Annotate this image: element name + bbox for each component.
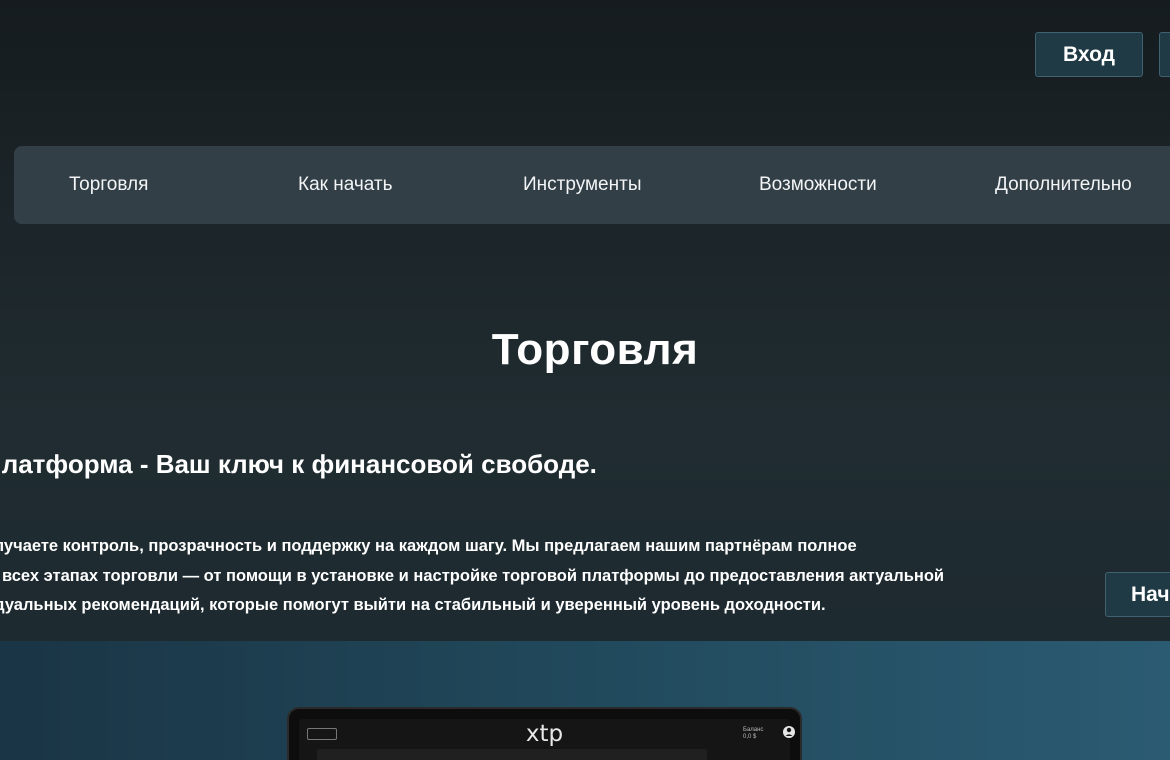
page-title: Торговля (491, 325, 699, 374)
platform-preview-section: xtp Баланс 0,0 $ (0, 641, 1170, 760)
nav-item-trading[interactable]: Торговля (69, 146, 148, 224)
balance-value: 0,0 $ (743, 734, 757, 740)
laptop-mockup: xtp Баланс 0,0 $ (287, 707, 802, 760)
description-line: идуальных рекомендаций, которые помогут … (0, 596, 826, 614)
platform-toolbar (317, 749, 707, 760)
hero-description: олучаете контроль, прозрачность и поддер… (0, 532, 984, 621)
nav-item-more[interactable]: Дополнительно (995, 146, 1132, 224)
description-line: всех этапах торговли — от помощи в устан… (2, 566, 945, 585)
balance-label: Баланс (743, 727, 764, 733)
description-line: олучаете контроль, прозрачность и поддер… (0, 537, 857, 555)
login-button[interactable]: Вход (1035, 32, 1143, 77)
nav-item-instruments[interactable]: Инструменты (523, 146, 641, 224)
platform-logo: xtp (525, 721, 564, 747)
balance-readout: Баланс 0,0 $ (743, 727, 763, 741)
user-icon (783, 726, 795, 738)
nav-item-how-to-start[interactable]: Как начать (298, 146, 393, 224)
nav-item-features[interactable]: Возможности (759, 146, 877, 224)
hero-subtitle: платформа - Ваш ключ к финансовой свобод… (0, 449, 597, 479)
main-nav: Торговля Как начать Инструменты Возможно… (14, 146, 1170, 224)
platform-screen: xtp Баланс 0,0 $ (299, 719, 795, 760)
register-button[interactable] (1159, 32, 1170, 77)
start-button[interactable]: Нач (1105, 572, 1170, 617)
